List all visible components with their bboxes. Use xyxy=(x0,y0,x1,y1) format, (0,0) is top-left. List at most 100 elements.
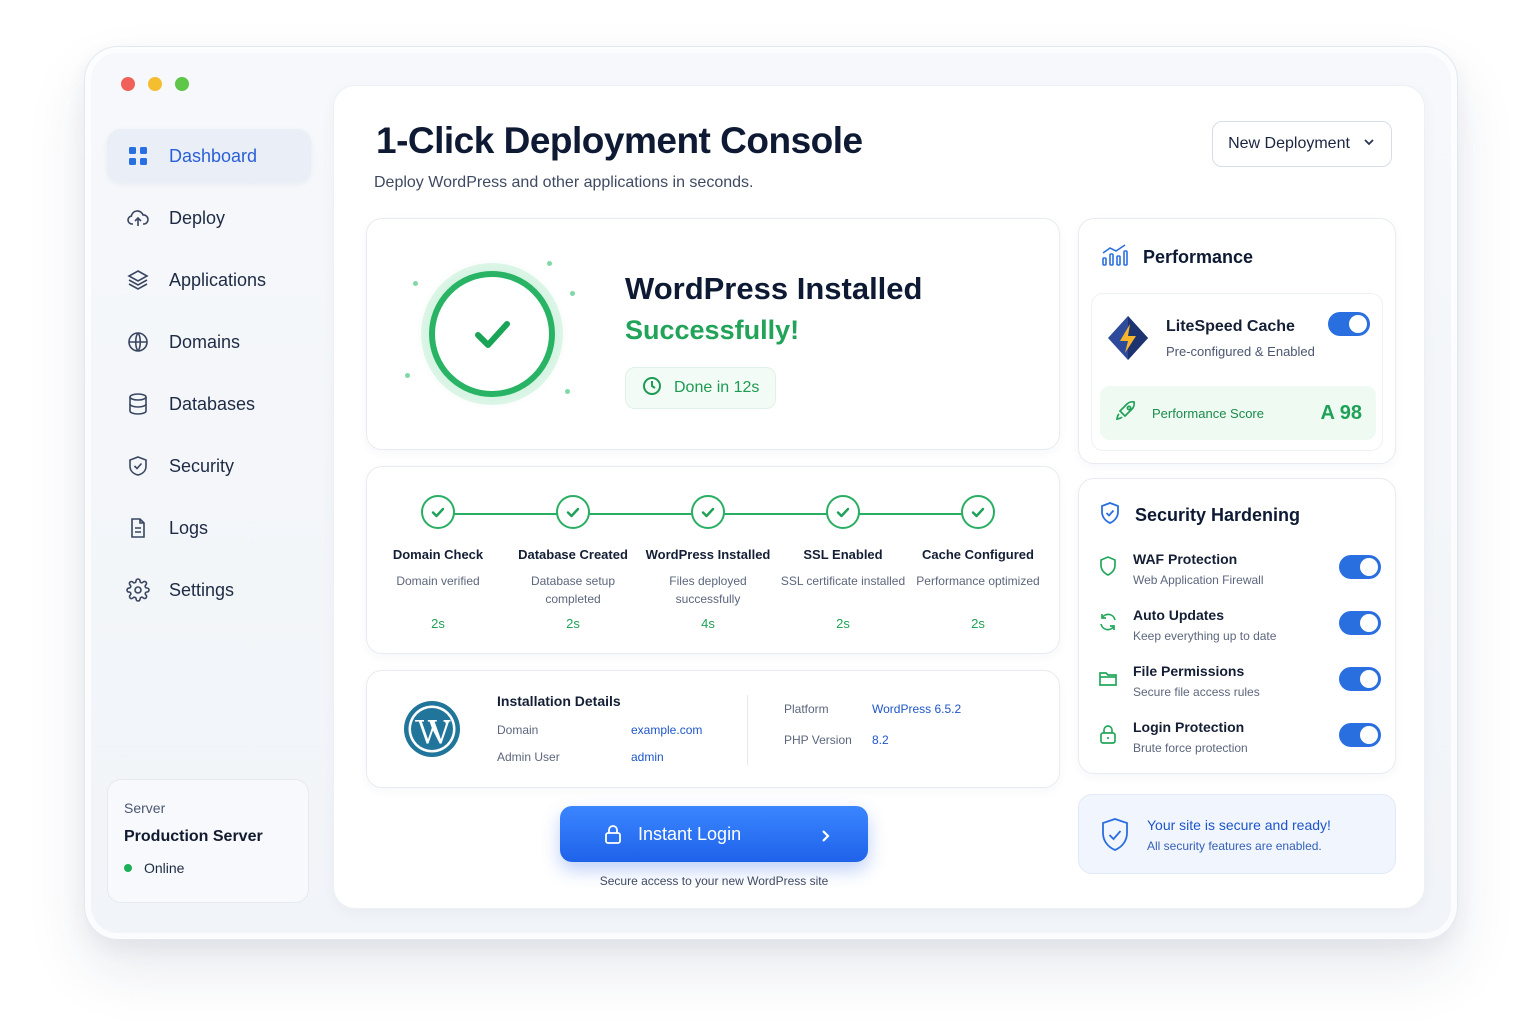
chevron-right-icon xyxy=(818,827,832,842)
step-item: Database Created Database setup complete… xyxy=(505,495,641,631)
file-permissions-toggle[interactable] xyxy=(1339,667,1381,691)
step-time: 2s xyxy=(431,616,445,631)
sidebar-item-label: Settings xyxy=(169,579,235,600)
globe-icon xyxy=(125,329,151,355)
step-name: WordPress Installed xyxy=(645,547,771,562)
sidebar-item-label: Security xyxy=(169,455,235,476)
duration-badge: Done in 12s xyxy=(625,367,777,409)
secure-status-banner: Your site is secure and ready! All secur… xyxy=(1078,794,1396,874)
step-name: Cache Configured xyxy=(922,547,1034,562)
document-icon xyxy=(125,515,151,541)
security-item-name: Auto Updates xyxy=(1133,607,1224,623)
new-deployment-label: New Deployment xyxy=(1228,135,1350,152)
auto-updates-toggle[interactable] xyxy=(1339,611,1381,635)
folder-icon xyxy=(1097,667,1119,689)
sidebar-item-settings[interactable]: Settings xyxy=(107,563,311,617)
grid-icon xyxy=(125,143,151,169)
refresh-icon xyxy=(1097,611,1119,633)
check-icon xyxy=(691,495,725,529)
installation-details-card: Installation Details Domain example.com A… xyxy=(366,670,1060,788)
security-item-name: File Permissions xyxy=(1133,663,1245,679)
admin-row: Admin User admin xyxy=(497,750,664,764)
domain-row: Domain example.com xyxy=(497,723,702,737)
sidebar-item-logs[interactable]: Logs xyxy=(107,501,311,555)
server-card: Server Production Server Online xyxy=(107,779,309,903)
domain-value[interactable]: example.com xyxy=(631,723,702,737)
new-deployment-dropdown[interactable]: New Deployment xyxy=(1212,121,1392,167)
admin-value: admin xyxy=(631,750,664,764)
sidebar-item-applications[interactable]: Applications xyxy=(107,253,311,307)
check-icon xyxy=(556,495,590,529)
server-label: Server xyxy=(124,800,166,816)
sidebar-item-security[interactable]: Security xyxy=(107,439,311,493)
duration-text: Done in 12s xyxy=(674,379,760,396)
check-icon xyxy=(961,495,995,529)
php-value: 8.2 xyxy=(872,733,889,747)
instant-login-button[interactable]: Instant Login xyxy=(560,806,868,862)
litespeed-toggle[interactable] xyxy=(1328,312,1370,336)
step-item: SSL Enabled SSL certificate installed 2s xyxy=(775,495,911,631)
security-item-desc: Brute force protection xyxy=(1133,741,1248,755)
step-time: 2s xyxy=(836,616,850,631)
sidebar-item-dashboard[interactable]: Dashboard xyxy=(107,129,311,183)
sidebar-item-domains[interactable]: Domains xyxy=(107,315,311,369)
php-label: PHP Version xyxy=(784,733,852,747)
performance-score-label: Performance Score xyxy=(1152,405,1264,421)
check-icon xyxy=(421,495,455,529)
shield-icon xyxy=(1097,555,1119,577)
deployment-steps-card: Domain Check Domain verified 2s Database… xyxy=(366,466,1060,654)
security-hardening-card: Security Hardening WAF Protection Web Ap… xyxy=(1078,478,1396,774)
lock-icon xyxy=(602,823,624,845)
step-item: Cache Configured Performance optimized 2… xyxy=(910,495,1046,631)
step-desc: Domain verified xyxy=(396,574,480,588)
shield-check-icon xyxy=(125,453,151,479)
status-dot-icon xyxy=(124,864,132,872)
install-success-card: WordPress Installed Successfully! Done i… xyxy=(366,218,1060,450)
security-item-desc: Web Application Firewall xyxy=(1133,573,1264,587)
security-item-waf: WAF Protection Web Application Firewall xyxy=(1097,551,1381,597)
step-item: Domain Check Domain verified 2s xyxy=(370,495,506,631)
close-window-button[interactable] xyxy=(121,77,135,91)
main-panel: 1-Click Deployment Console Deploy WordPr… xyxy=(333,85,1425,909)
cloud-upload-icon xyxy=(125,205,151,231)
security-item-desc: Secure file access rules xyxy=(1133,685,1260,699)
step-name: SSL Enabled xyxy=(803,547,883,562)
check-icon xyxy=(826,495,860,529)
security-header: Security Hardening xyxy=(1099,501,1300,530)
instant-login-label: Instant Login xyxy=(638,823,742,844)
secure-note-title: Your site is secure and ready! xyxy=(1147,817,1331,833)
platform-value: WordPress 6.5.2 xyxy=(872,702,962,716)
wordpress-logo-icon xyxy=(403,700,461,758)
security-title: Security Hardening xyxy=(1135,505,1301,525)
clock-icon xyxy=(642,376,662,401)
details-divider xyxy=(747,695,748,765)
maximize-window-button[interactable] xyxy=(175,77,189,91)
step-time: 4s xyxy=(701,616,715,631)
security-item-desc: Keep everything up to date xyxy=(1133,629,1277,643)
litespeed-desc: Pre-configured & Enabled xyxy=(1166,344,1315,359)
check-circle-icon xyxy=(429,271,555,397)
sidebar-item-databases[interactable]: Databases xyxy=(107,377,311,431)
minimize-window-button[interactable] xyxy=(148,77,162,91)
login-protection-toggle[interactable] xyxy=(1339,723,1381,747)
step-desc: Files deployed successfully xyxy=(669,574,747,606)
bar-chart-icon xyxy=(1101,243,1129,272)
success-title: WordPress Installed xyxy=(625,271,923,306)
sidebar-item-label: Dashboard xyxy=(169,145,258,166)
security-item-name: WAF Protection xyxy=(1133,551,1238,567)
sidebar-item-label: Domains xyxy=(169,331,241,352)
page-title: 1-Click Deployment Console xyxy=(376,120,863,161)
performance-title: Performance xyxy=(1143,247,1254,267)
security-item-auto-updates: Auto Updates Keep everything up to date xyxy=(1097,607,1381,653)
server-name: Production Server xyxy=(124,828,263,845)
step-item: WordPress Installed Files deployed succe… xyxy=(640,495,776,631)
waf-protection-toggle[interactable] xyxy=(1339,555,1381,579)
performance-score: Performance Score A 98 xyxy=(1100,386,1376,440)
success-subtitle: Successfully! xyxy=(625,315,800,345)
sidebar: Dashboard Deploy Applications Domains Da… xyxy=(107,129,311,625)
domain-label: Domain xyxy=(497,723,539,737)
litespeed-card: LiteSpeed Cache Pre-configured & Enabled… xyxy=(1091,293,1383,451)
admin-label: Admin User xyxy=(497,750,560,764)
sidebar-item-deploy[interactable]: Deploy xyxy=(107,191,311,245)
php-row: PHP Version 8.2 xyxy=(784,733,889,747)
